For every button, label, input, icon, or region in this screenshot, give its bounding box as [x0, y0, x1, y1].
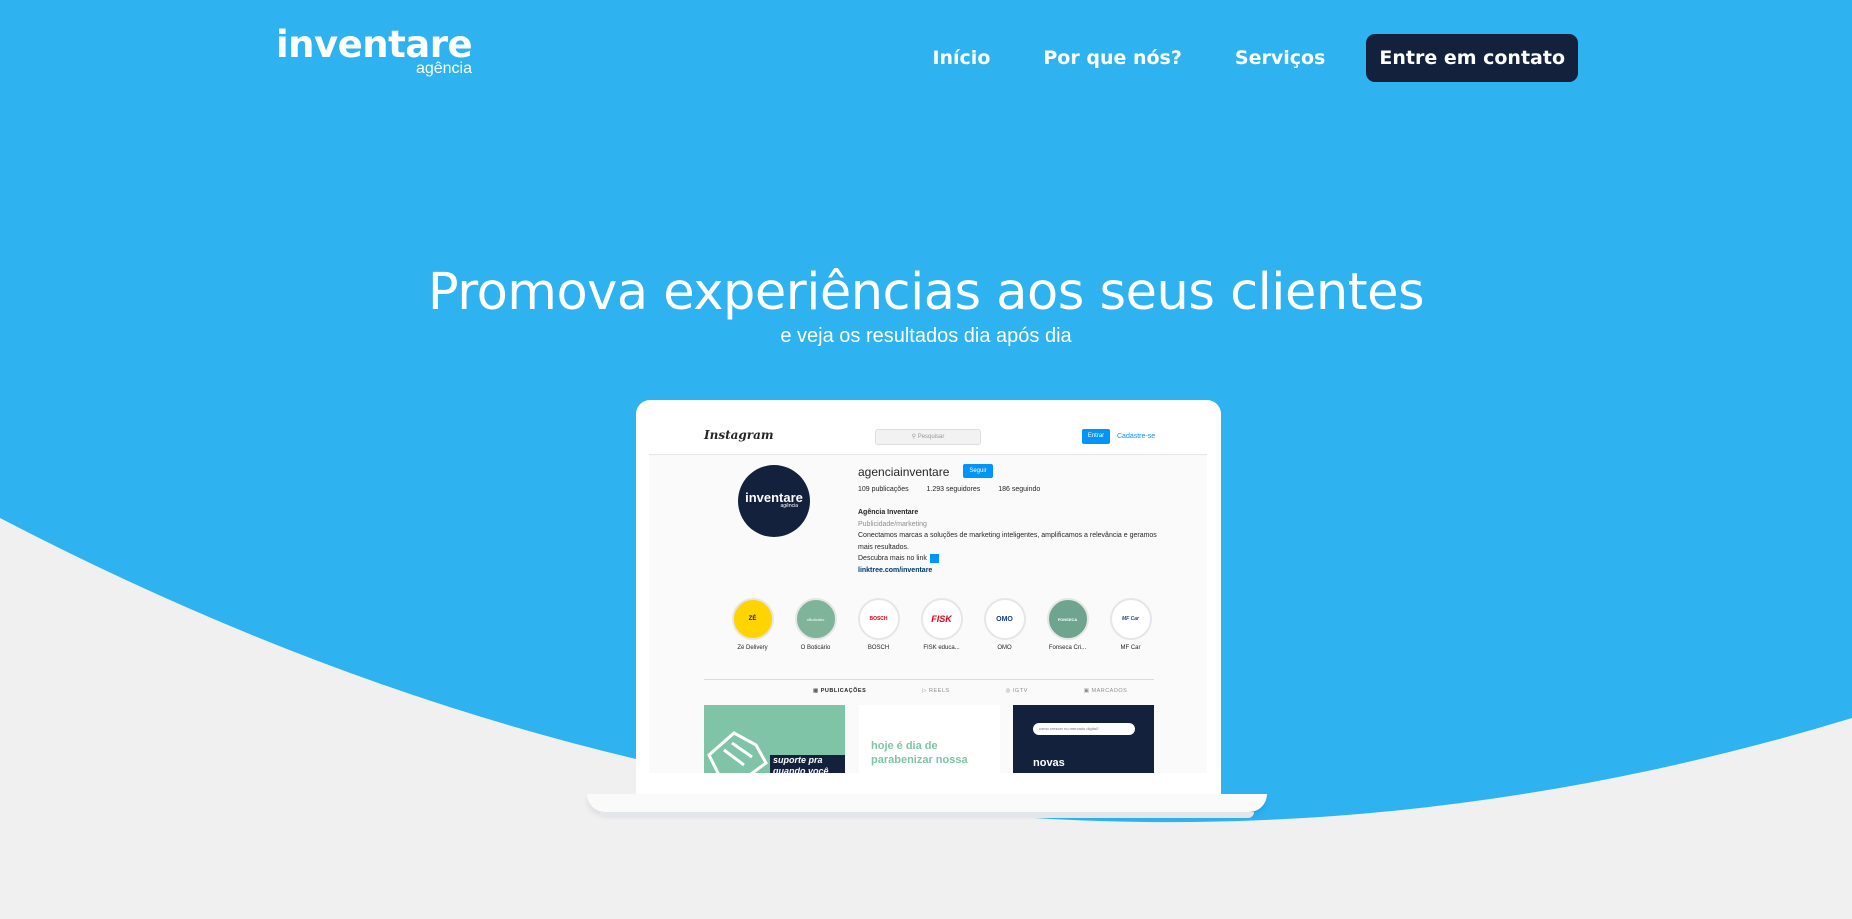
- ig-tab-igtv: ◎ IGTV: [1005, 688, 1028, 694]
- highlight-label: O Boticário: [800, 645, 831, 651]
- contact-button[interactable]: Entre em contato: [1366, 34, 1578, 82]
- hero-title: Promova experiências aos seus clientes: [427, 263, 1425, 322]
- ze-delivery-logo-icon: ZÉ: [731, 598, 774, 640]
- boticario-logo-icon: oBoticário: [794, 598, 837, 640]
- highlight-item: ZÉ Zé Delivery: [721, 598, 784, 651]
- nav-link-servicos[interactable]: Serviços: [1235, 47, 1325, 69]
- pointing-down-icon: [929, 553, 939, 563]
- ig-bio-cta: Descubra mais no link: [858, 555, 927, 562]
- laptop-screen: Instagram ⚲ Pesquisar Entrar Cadastre-se…: [649, 418, 1207, 773]
- ig-divider: [704, 679, 1154, 680]
- highlight-label: OMO: [997, 645, 1012, 651]
- laptop-base-shadow: [600, 812, 1254, 818]
- highlight-label: Fonseca Cri...: [1048, 645, 1087, 651]
- nav-link-por-que-nos[interactable]: Por que nós?: [1043, 47, 1182, 69]
- ig-username: agenciainventare: [858, 465, 950, 479]
- ig-post-thumbnail: como crescer no mercado digital? novas: [1013, 705, 1154, 773]
- fisk-logo-icon: FISK: [920, 598, 963, 640]
- ig-stat-following: 186 seguindo: [998, 486, 1041, 493]
- highlight-item: FISK FISK educa...: [910, 598, 973, 651]
- highlight-item: BOSCH BOSCH: [847, 598, 910, 651]
- highlight-label: FISK educa...: [923, 645, 960, 651]
- hero-subtitle: e veja os resultados dia após dia: [780, 325, 1072, 347]
- ig-bio-link: linktree.com/inventare: [858, 566, 933, 574]
- instagram-logo: Instagram: [704, 428, 774, 442]
- highlight-item: OMO OMO: [973, 598, 1036, 651]
- fonseca-logo-icon: FONSECA: [1046, 598, 1089, 640]
- ig-stats: 109 publicações 1.293 seguidores 186 seg…: [858, 486, 1056, 493]
- ig-stat-posts: 109 publicações: [858, 486, 909, 493]
- ig-signup-link: Cadastre-se: [1117, 433, 1156, 440]
- ig-profile-avatar: inventare agência: [738, 465, 810, 537]
- ig-bio-name: Agência Inventare: [858, 509, 919, 516]
- ig-bio: Agência Inventare Publicidade/marketing …: [858, 507, 1158, 576]
- highlight-label: Zé Delivery: [737, 645, 768, 651]
- nav-link-inicio[interactable]: Início: [932, 47, 990, 69]
- post3-caption: novas: [1033, 757, 1065, 769]
- ig-bio-category: Publicidade/marketing: [858, 520, 927, 528]
- ig-avatar-word: inventare: [745, 490, 803, 505]
- ig-login-button: Entrar: [1082, 429, 1110, 444]
- omo-logo-icon: OMO: [983, 598, 1026, 640]
- ig-tab-marcados: ▣ MARCADOS: [1083, 688, 1128, 694]
- ig-follow-button: Seguir: [963, 464, 993, 478]
- ig-tab-publicacoes: ▦ PUBLICAÇÕES: [813, 688, 867, 694]
- ig-highlights: ZÉ Zé Delivery oBoticário O Boticário BO…: [721, 598, 1162, 651]
- ig-bio-cta-line: Descubra mais no link: [858, 553, 1158, 565]
- highlight-item: FONSECA Fonseca Cri...: [1036, 598, 1099, 651]
- highlight-label: BOSCH: [867, 645, 890, 651]
- main-nav: Início Por que nós? Serviços Entre em co…: [932, 34, 1578, 82]
- ig-stat-followers: 1.293 seguidores: [926, 486, 981, 493]
- mf-car-logo-icon: MF Car: [1109, 598, 1152, 640]
- ig-post-thumbnail: suporte pra quando você: [704, 705, 845, 773]
- highlight-item: oBoticário O Boticário: [784, 598, 847, 651]
- highlight-label: MF Car: [1120, 645, 1141, 651]
- post3-search-bar: como crescer no mercado digital?: [1033, 723, 1135, 735]
- brand-logo[interactable]: inventare agência: [276, 24, 473, 78]
- post2-caption: hoje é dia de parabenizar nossa: [871, 740, 968, 766]
- highlight-item: MF Car MF Car: [1099, 598, 1162, 651]
- ig-tabs: ▦ PUBLICAÇÕES ▷ REELS ◎ IGTV ▣ MARCADOS: [813, 688, 1183, 694]
- ig-tab-reels: ▷ REELS: [922, 688, 950, 694]
- ig-bio-text: Conectamos marcas a soluções de marketin…: [858, 532, 1157, 551]
- post1-caption: suporte pra quando você: [770, 755, 845, 773]
- ig-topbar: Instagram ⚲ Pesquisar Entrar Cadastre-se: [649, 418, 1207, 455]
- laptop-base: [587, 794, 1267, 812]
- ig-search-placeholder: Pesquisar: [917, 434, 945, 440]
- bosch-logo-icon: BOSCH: [857, 598, 900, 640]
- ig-post-thumbnail: hoje é dia de parabenizar nossa: [859, 705, 1000, 773]
- ig-search-input: ⚲ Pesquisar: [875, 429, 981, 445]
